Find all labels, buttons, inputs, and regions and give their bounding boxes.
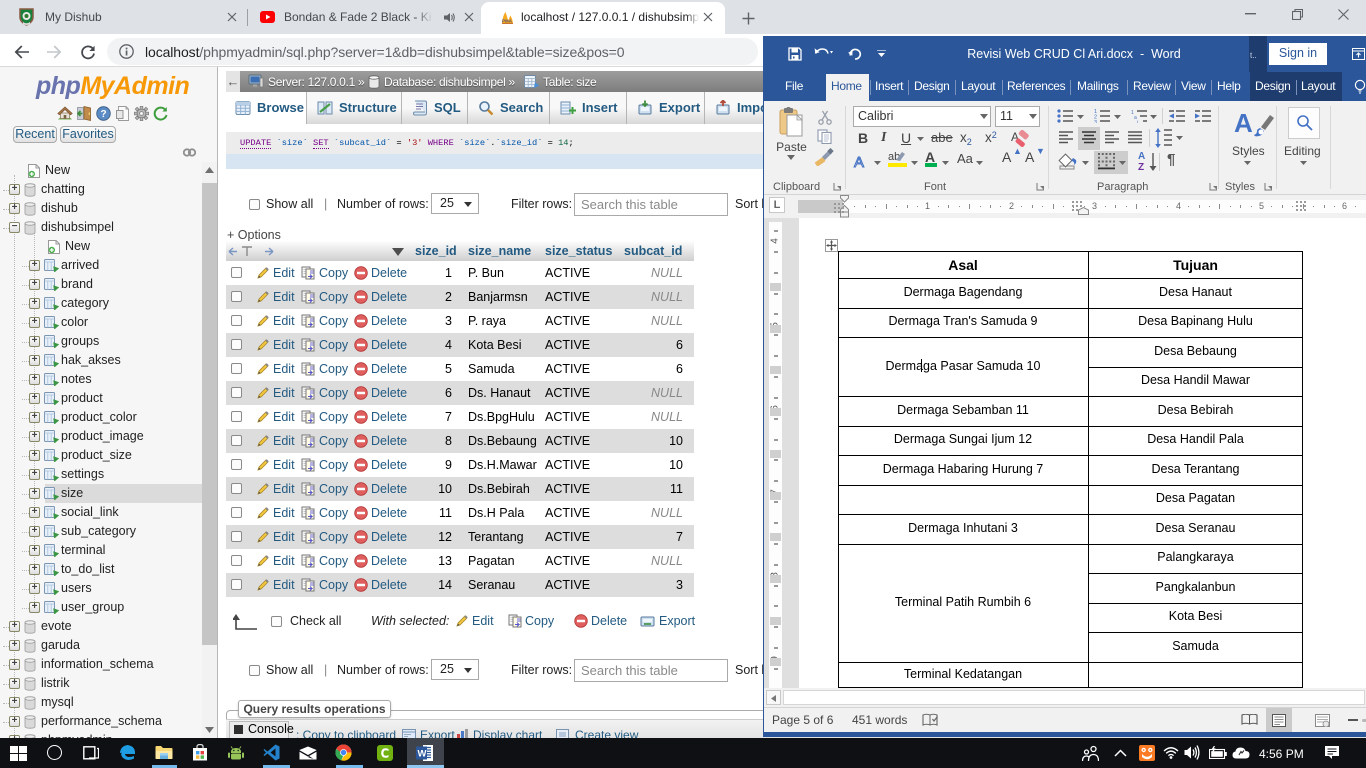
svg-text:A: A	[854, 154, 864, 170]
svg-text:?: ?	[100, 109, 106, 120]
svg-text:i: i	[1137, 120, 1138, 123]
svg-text:W: W	[418, 749, 427, 760]
svg-text:PMA: PMA	[502, 19, 513, 24]
svg-text:3: 3	[1094, 120, 1097, 123]
